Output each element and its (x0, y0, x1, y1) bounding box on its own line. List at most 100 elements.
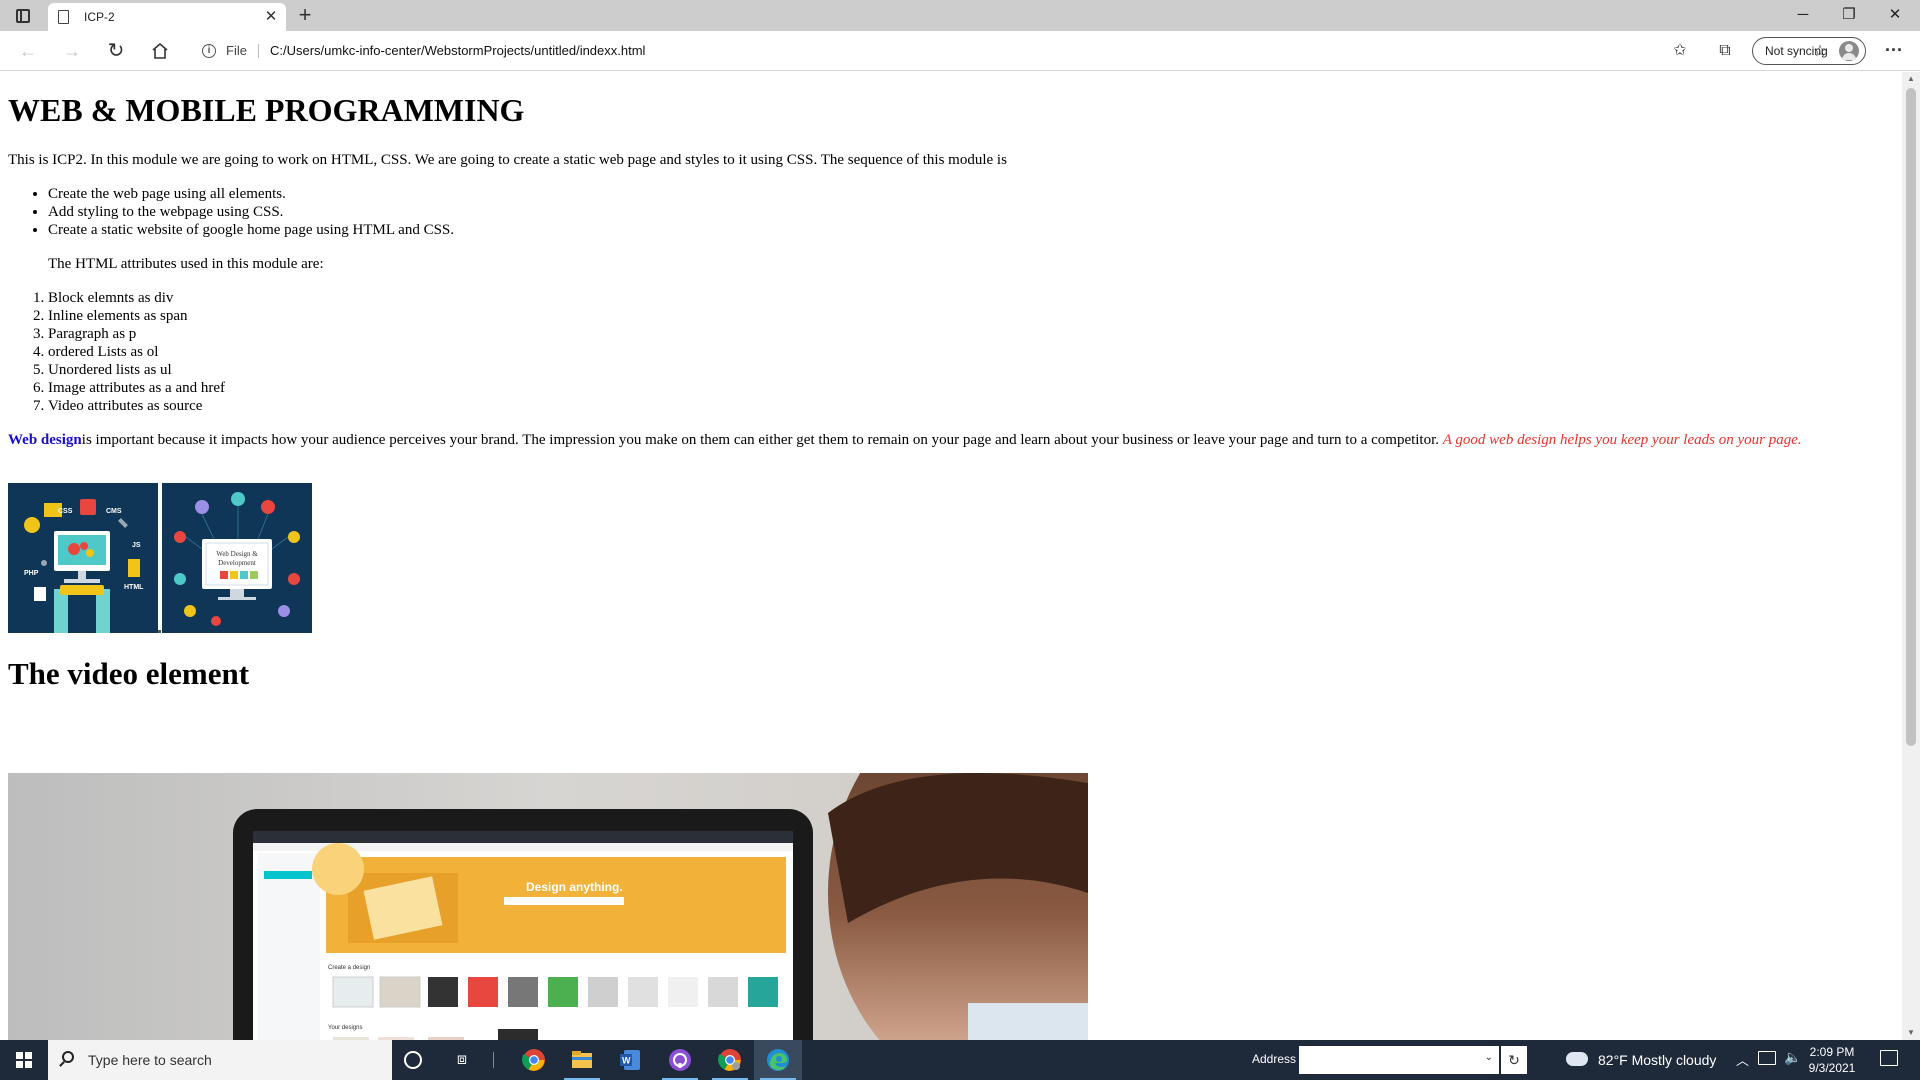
notifications-icon[interactable] (1880, 1050, 1898, 1066)
page-scrollbar[interactable]: ▲ ▼ (1902, 72, 1920, 1040)
page-viewport: WEB & MOBILE PROGRAMMING This is ICP2. I… (0, 72, 1902, 1040)
image-caption-line-2: Development (218, 559, 256, 567)
plus-icon: + (298, 2, 312, 27)
scroll-up-arrow[interactable]: ▲ (1902, 72, 1920, 86)
tray-overflow-icon[interactable]: ︿ (1736, 1050, 1749, 1069)
list-item: Unordered lists as ul (48, 361, 225, 379)
browser-tab-strip: ICP-2 ✕ + ─ ❐ ✕ (0, 0, 1920, 31)
taskbar-address-label: Address (1252, 1052, 1297, 1066)
chevron-down-icon[interactable]: ⌄ (1485, 1052, 1493, 1063)
taskbar-app-edge[interactable] (754, 1040, 802, 1080)
list-item: Inline elements as span (48, 307, 225, 325)
close-icon[interactable]: ✕ (261, 7, 281, 27)
search-icon (62, 1051, 74, 1063)
taskbar-app-chrome-2[interactable] (706, 1040, 754, 1080)
list-item: Create a static website of google home p… (48, 221, 454, 239)
taskbar-address-go-button[interactable]: ↻ (1501, 1046, 1527, 1074)
list-item: Add styling to the webpage using CSS. (48, 203, 454, 221)
taskbar-app-github-desktop[interactable] (656, 1040, 704, 1080)
github-desktop-icon (669, 1049, 691, 1071)
image-label-css: CSS (58, 508, 73, 515)
scroll-down-arrow[interactable]: ▼ (1902, 1026, 1920, 1040)
web-development-image[interactable]: CSS CMS JS PHP HTML (8, 483, 158, 633)
task-view-icon[interactable]: ⧈ (452, 1050, 472, 1070)
taskbar-address-input[interactable]: ⌄ (1299, 1046, 1499, 1074)
video-recent-text: Your designs (328, 1025, 362, 1031)
scroll-thumb[interactable] (1906, 88, 1916, 746)
list-item: Paragraph as p (48, 325, 225, 343)
image-caption-line-1: Web Design & (216, 550, 258, 558)
file-label: File (226, 43, 247, 58)
tab-actions-button[interactable] (12, 6, 34, 26)
info-icon[interactable]: i (202, 44, 216, 58)
svg-text:W: W (622, 1056, 631, 1066)
web-design-image[interactable]: Web Design & Development (162, 483, 312, 633)
cortana-icon[interactable] (404, 1051, 422, 1069)
web-development-illustration: CSS CMS JS PHP HTML (8, 483, 158, 633)
search-placeholder: Type here to search (88, 1052, 212, 1068)
chrome-icon (718, 1049, 741, 1071)
browser-tab[interactable]: ICP-2 ✕ (48, 3, 286, 31)
address-bar[interactable]: i File C:/Users/umkc-info-center/Webstor… (190, 36, 1827, 66)
taskbar-search-box[interactable]: Type here to search (48, 1040, 392, 1080)
page-title: WEB & MOBILE PROGRAMMING (8, 92, 525, 128)
list-item: Block elemnts as div (48, 289, 225, 307)
profile-status: Not syncing (1765, 44, 1828, 58)
clock-date: 9/3/2021 (1808, 1061, 1856, 1075)
taskbar-app-chrome[interactable] (510, 1040, 558, 1080)
back-button[interactable]: ← (14, 37, 42, 65)
weather-icon[interactable] (1566, 1052, 1588, 1066)
web-design-illustration: Web Design & Development (162, 483, 312, 633)
back-icon: ← (19, 41, 37, 61)
sequence-list: Create the web page using all elements. … (48, 185, 454, 239)
file-explorer-icon (572, 1051, 592, 1068)
design-text: is important because it impacts how your… (81, 432, 1440, 448)
attributes-list: Block elemnts as div Inline elements as … (48, 289, 225, 415)
image-label-cms: CMS (106, 508, 122, 515)
address-separator (258, 44, 259, 58)
edge-icon (767, 1049, 789, 1071)
chrome-icon (522, 1049, 545, 1071)
page-icon (58, 10, 69, 24)
list-item: Video attributes as source (48, 397, 225, 415)
taskbar-app-word[interactable]: W (606, 1040, 654, 1080)
home-button[interactable] (146, 37, 174, 65)
design-emphasis: A good web design helps you keep your le… (1442, 432, 1802, 448)
tab-actions-icon (16, 9, 30, 23)
list-item: ordered Lists as ol (48, 343, 225, 361)
web-design-paragraph: Web designis important because it impact… (8, 431, 1888, 449)
web-design-link[interactable]: Web design (8, 432, 82, 448)
weather-status[interactable]: 82°F Mostly cloudy (1598, 1052, 1716, 1068)
new-tab-button[interactable]: + (292, 3, 318, 29)
minimize-button[interactable]: ─ (1780, 0, 1826, 30)
list-item: Create the web page using all elements. (48, 185, 454, 203)
video-player[interactable]: Design anything. Create a design Your de… (8, 773, 1088, 1040)
refresh-button[interactable]: ↻ (102, 37, 130, 65)
start-button[interactable] (0, 1040, 48, 1080)
clock-time: 2:09 PM (1809, 1045, 1855, 1059)
volume-icon[interactable]: 🔈 (1784, 1049, 1801, 1066)
intro-paragraph: This is ICP2. In this module we are goin… (8, 152, 1007, 168)
avatar-icon (1839, 41, 1859, 61)
list-item: Image attributes as a and href (48, 379, 225, 397)
video-banner-text: Design anything. (526, 880, 623, 894)
favorites-button[interactable]: ✩ (1668, 40, 1692, 62)
url-text[interactable]: C:/Users/umkc-info-center/WebstormProjec… (270, 43, 645, 58)
tab-title: ICP-2 (84, 10, 115, 24)
image-link-separator (158, 630, 161, 633)
forward-button[interactable]: → (58, 37, 86, 65)
restore-button[interactable]: ❐ (1826, 0, 1872, 30)
clock[interactable]: 2:09 PM 9/3/2021 (1802, 1044, 1862, 1076)
home-icon (152, 42, 168, 59)
image-label-php: PHP (24, 570, 39, 577)
settings-menu-button[interactable]: ··· (1880, 37, 1908, 65)
taskbar-app-file-explorer[interactable] (558, 1040, 606, 1080)
collections-button[interactable]: ⧉ (1713, 40, 1737, 62)
network-icon[interactable] (1758, 1051, 1776, 1065)
profile-button[interactable]: Not syncing (1752, 37, 1866, 65)
close-window-button[interactable]: ✕ (1872, 0, 1918, 30)
video-frame: Design anything. Create a design Your de… (8, 773, 1088, 1040)
video-section-text: Create a design (328, 965, 370, 971)
windows-taskbar: Type here to search ⧈ W Address ⌄ ↻ 82°F… (0, 1040, 1920, 1080)
word-icon: W (620, 1050, 640, 1070)
